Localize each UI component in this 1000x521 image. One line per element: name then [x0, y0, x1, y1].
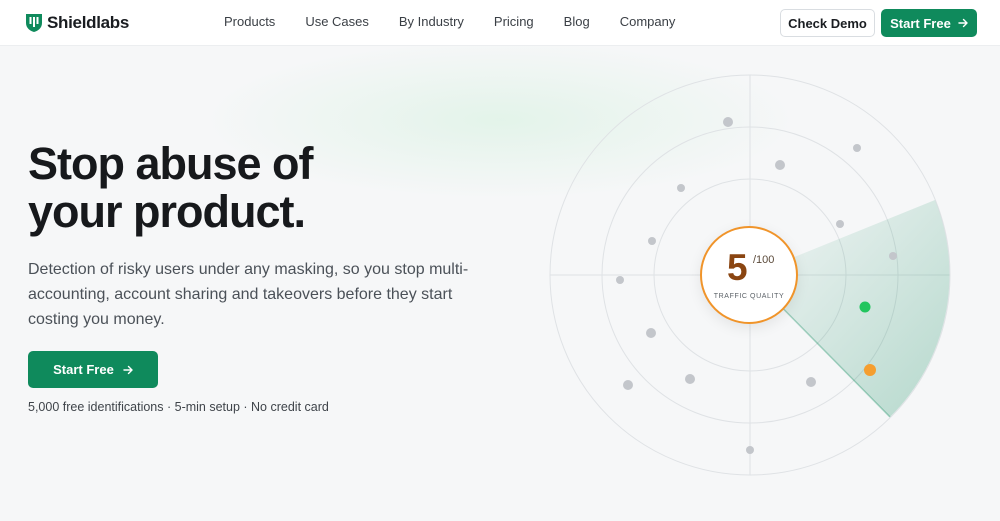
radar-dot	[889, 252, 897, 260]
hero-start-free-label: Start Free	[53, 362, 114, 377]
radar-dot	[646, 328, 656, 338]
header-start-free-label: Start Free	[890, 15, 951, 31]
nav-pricing[interactable]: Pricing	[494, 14, 534, 29]
hero-description: Detection of risky users under any maski…	[28, 261, 469, 328]
nav-use-cases[interactable]: Use Cases	[305, 14, 369, 29]
nav-blog[interactable]: Blog	[564, 14, 590, 29]
radar-dot	[806, 377, 816, 387]
hero-note: 5,000 free identifications · 5-min setup…	[28, 400, 329, 414]
nav-products[interactable]: Products	[224, 14, 275, 29]
hero-title-line-2: your product.	[28, 186, 306, 237]
radar-dot	[648, 237, 656, 245]
radar-dot	[723, 117, 733, 127]
nav-company[interactable]: Company	[620, 14, 676, 29]
radar-dot-orange	[864, 364, 876, 376]
radar-dot-green	[859, 301, 871, 313]
hero-title: Stop abuse of your product.	[28, 140, 488, 236]
header-start-free-button[interactable]: Start Free	[881, 9, 977, 37]
check-demo-button[interactable]: Check Demo	[780, 9, 875, 37]
radar-dot	[775, 160, 785, 170]
brand-logo[interactable]: Shieldlabs	[25, 12, 129, 34]
radar-dot	[853, 144, 861, 152]
arrow-right-icon	[123, 365, 133, 374]
hero-title-line-1: Stop abuse of	[28, 138, 314, 189]
radar-dot	[623, 380, 633, 390]
radar-dot	[616, 276, 624, 284]
site-header: Shieldlabs Products Use Cases By Industr…	[0, 0, 1000, 46]
brand-name: Shieldlabs	[47, 13, 130, 32]
radar-dot	[677, 184, 685, 192]
radar-dot	[685, 374, 695, 384]
traffic-quality-score: 5 /100 TRAFFIC QUALITY	[700, 226, 798, 324]
main-nav: Products Use Cases By Industry Pricing B…	[224, 14, 705, 29]
shield-logo-icon	[26, 14, 42, 32]
arrow-right-icon	[958, 18, 968, 28]
radar-dot	[746, 446, 754, 454]
nav-by-industry[interactable]: By Industry	[399, 14, 464, 29]
score-denominator: /100	[753, 254, 775, 266]
radar-dot	[836, 220, 844, 228]
score-value: 5	[727, 247, 748, 288]
score-label: TRAFFIC QUALITY	[713, 293, 785, 300]
hero-start-free-button[interactable]: Start Free	[28, 351, 158, 388]
